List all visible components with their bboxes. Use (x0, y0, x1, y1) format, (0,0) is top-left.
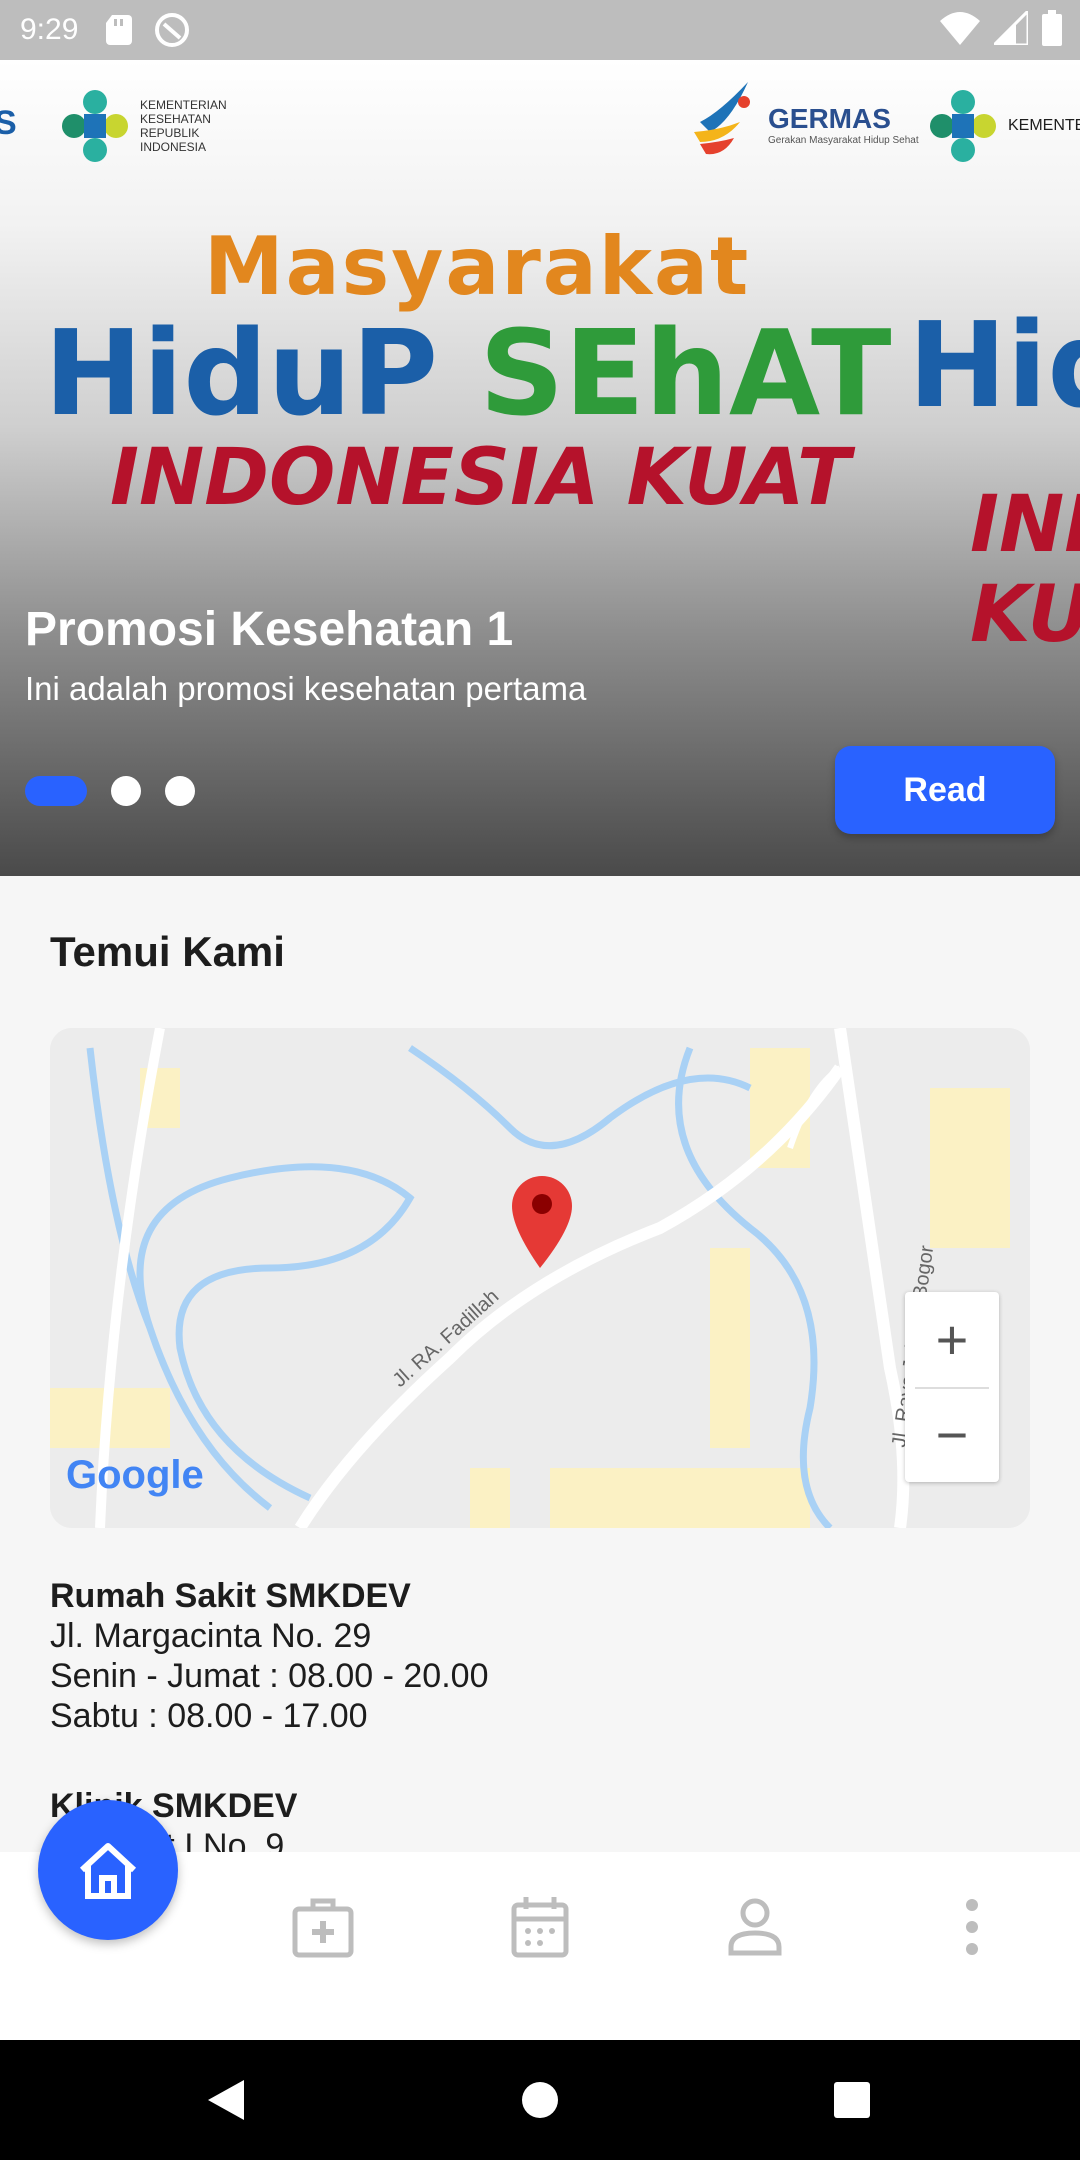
home-circle-icon (522, 2082, 558, 2118)
recents-icon (834, 2082, 870, 2118)
germas-title: GERMAS (768, 103, 891, 134)
back-icon (208, 2080, 244, 2120)
kemenkes-text: KEMENTERIAN KESEHATAN REPUBLIK INDONESIA (1008, 117, 1080, 134)
carousel-dot-2[interactable] (111, 776, 141, 806)
promo-banner[interactable]: S KEMENTERIAN KESEHATAN REPUBLIK INDONES… (0, 60, 1080, 876)
next-slide-peek-line3: INDONESIA KUAT (970, 480, 1080, 660)
home-icon (79, 1843, 137, 1899)
system-recents-button[interactable] (822, 2070, 882, 2130)
profile-icon (728, 1898, 782, 1956)
location-hours-weekday: Senin - Jumat : 08.00 - 20.00 (50, 1657, 489, 1695)
sync-icon (155, 13, 190, 47)
status-time: 9:29 (20, 13, 79, 46)
wifi-icon (940, 12, 980, 45)
nav-more[interactable] (927, 1882, 1017, 1972)
slogan-line2: HiduP SEhAT (44, 313, 944, 433)
location-address: Jl. Margacinta No. 29 (50, 1617, 372, 1655)
carousel-indicator (25, 776, 195, 806)
google-logo: Google (66, 1453, 204, 1497)
next-slide-peek-slogan: HiduP (908, 296, 1080, 434)
medical-kit-icon (292, 1898, 354, 1958)
location-name: Rumah Sakit SMKDEV (50, 1577, 411, 1615)
zoom-out-button[interactable]: − (905, 1387, 999, 1482)
kemenkes-logo: KEMENTERIAN KESEHATAN REPUBLIK INDONESIA (60, 88, 240, 164)
read-button[interactable]: Read (835, 746, 1055, 834)
germas-subtitle: Gerakan Masyarakat Hidup Sehat (768, 135, 919, 146)
map-zoom-controls: + − (905, 1292, 999, 1482)
germas-logo: GERMAS Gerakan Masyarakat Hidup Sehat (690, 82, 919, 168)
nav-home-button[interactable] (38, 1800, 178, 1940)
slogan-line2-part2: SEhAT (479, 304, 892, 442)
kemenkes-emblem-icon (930, 90, 996, 162)
kemenkes-emblem-icon (62, 90, 128, 162)
kemenkes-logo-repeat: KEMENTERIAN KESEHATAN REPUBLIK INDONESIA (928, 88, 1080, 164)
map-canvas[interactable]: Jl. RA. Fadillah Jl. Raya Jakarta-Bogor … (50, 1028, 1030, 1528)
zoom-in-button[interactable]: + (905, 1292, 999, 1387)
calendar-icon (511, 1897, 569, 1958)
slogan-line1: Masyarakat (204, 220, 751, 313)
more-vertical-icon (966, 1899, 978, 1955)
status-bar: 9:29 (0, 0, 1080, 60)
slogan-line2-part1: HiduP (44, 304, 480, 442)
germas-logo-partial: S (0, 104, 17, 142)
battery-icon (1042, 10, 1062, 46)
nav-profile[interactable] (710, 1882, 800, 1972)
slogan-line3: INDONESIA KUAT (110, 433, 851, 523)
carousel-dot-1[interactable] (25, 776, 87, 806)
location-map[interactable]: Jl. RA. Fadillah Jl. Raya Jakarta-Bogor … (50, 1028, 1030, 1528)
banner-subtitle: Ini adalah promosi kesehatan pertama (25, 670, 587, 707)
location-card: Rumah Sakit SMKDEV Jl. Margacinta No. 29… (50, 1576, 488, 1736)
signal-icon (994, 11, 1028, 45)
system-back-button[interactable] (196, 2070, 256, 2130)
system-home-button[interactable] (510, 2070, 570, 2130)
banner-slogan: Masyarakat HiduP SEhAT INDONESIA KUAT (44, 220, 944, 523)
location-hours-saturday: Sabtu : 08.00 - 17.00 (50, 1697, 368, 1735)
sd-card-icon (106, 15, 133, 45)
section-title: Temui Kami (50, 928, 285, 975)
nav-calendar[interactable] (495, 1882, 585, 1972)
system-navigation-bar (0, 2040, 1080, 2160)
banner-title: Promosi Kesehatan 1 (25, 603, 514, 656)
carousel-dot-3[interactable] (165, 776, 195, 806)
germas-emblem-icon (694, 82, 750, 155)
zoom-divider (915, 1387, 989, 1389)
nav-medical-kit[interactable] (278, 1882, 368, 1972)
kemenkes-text: KEMENTERIAN KESEHATAN REPUBLIK INDONESIA (140, 98, 227, 154)
